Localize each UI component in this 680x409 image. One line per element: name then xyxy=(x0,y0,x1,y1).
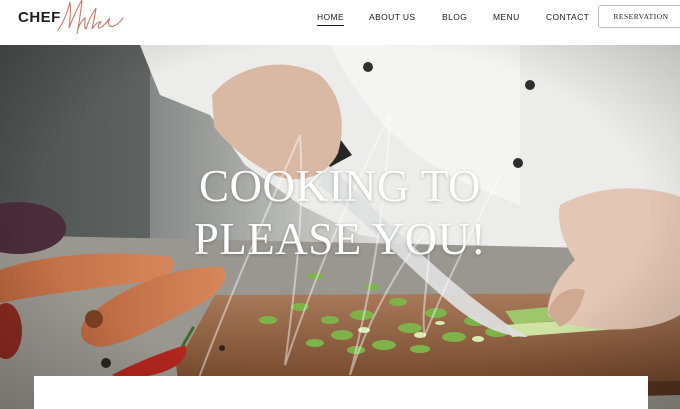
reservation-button[interactable]: RESERVATION xyxy=(598,5,680,28)
logo-signature xyxy=(57,0,124,35)
hero-title-line2: PLEASE YOU! xyxy=(193,214,487,264)
nav-menu[interactable]: MENU xyxy=(493,12,520,22)
hero-title-line1: COOKING TO xyxy=(198,161,482,211)
nav-blog[interactable]: BLOG xyxy=(442,12,467,22)
site-header: CHEF HOME ABOUT US BLOG MENU CONTACT RES… xyxy=(0,0,680,45)
hero-section: COOKING TO PLEASE YOU! xyxy=(0,45,680,409)
nav-about-us[interactable]: ABOUT US xyxy=(369,12,416,22)
logo[interactable]: CHEF xyxy=(18,0,128,45)
content-card xyxy=(34,376,648,409)
nav-contact[interactable]: CONTACT xyxy=(546,12,589,22)
nav-home[interactable]: HOME xyxy=(317,12,345,26)
